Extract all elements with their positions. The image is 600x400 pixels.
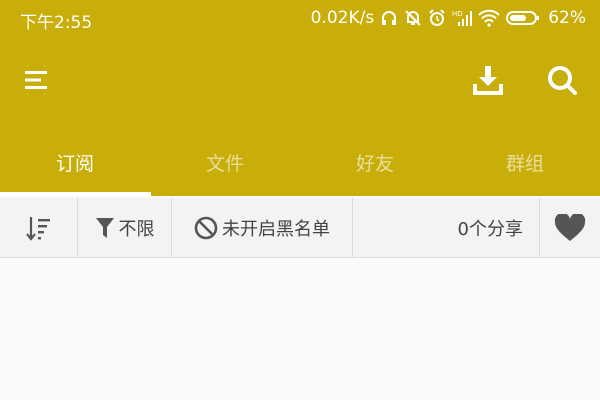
subscription-list <box>0 258 600 400</box>
search-icon <box>548 66 577 95</box>
battery-icon <box>506 11 540 25</box>
blacklist-button[interactable]: 未开启黑名单 <box>172 198 353 257</box>
alarm-off-icon <box>405 10 421 26</box>
share-count: 0个分享 <box>353 198 540 257</box>
block-icon <box>194 216 218 239</box>
status-icons: 0.02K/s HD 62% <box>311 8 586 28</box>
tab-subscribe[interactable]: 订阅 <box>0 132 150 192</box>
heart-icon <box>554 213 586 241</box>
sort-button[interactable] <box>0 198 78 257</box>
alarm-clock-icon <box>429 9 445 26</box>
tab-groups[interactable]: 群组 <box>450 132 600 192</box>
filter-label: 不限 <box>118 218 155 240</box>
network-speed: 0.02K/s <box>310 8 375 28</box>
blacklist-label: 未开启黑名单 <box>222 218 330 240</box>
status-bar: 下午2:55 0.02K/s HD 62% <box>0 0 600 38</box>
battery-percent: 62% <box>548 8 586 28</box>
menu-button[interactable] <box>17 60 57 100</box>
filter-bar: 不限 未开启黑名单 0个分享 <box>0 198 600 258</box>
tab-friends[interactable]: 好友 <box>300 132 450 192</box>
svg-text:HD: HD <box>452 10 463 18</box>
download-button[interactable] <box>468 60 508 100</box>
favorite-button[interactable] <box>540 198 600 257</box>
headphones-icon <box>382 11 397 25</box>
filter-button[interactable]: 不限 <box>78 198 172 257</box>
menu-icon <box>25 71 47 89</box>
hd-signal-icon: HD <box>452 10 473 26</box>
wifi-icon <box>478 9 500 27</box>
download-icon <box>473 66 503 95</box>
sort-icon <box>25 216 50 241</box>
app-header: 下午2:55 0.02K/s HD 62% 订阅 文件 好友 群组 <box>0 0 600 196</box>
tab-bar: 订阅 文件 好友 群组 <box>0 132 600 192</box>
status-time: 下午2:55 <box>20 13 93 33</box>
search-button[interactable] <box>542 60 582 100</box>
toolbar <box>0 40 600 120</box>
tab-files[interactable]: 文件 <box>150 132 300 192</box>
funnel-icon <box>95 217 114 238</box>
share-count-label: 0个分享 <box>457 218 523 240</box>
active-tab-indicator <box>0 192 151 196</box>
